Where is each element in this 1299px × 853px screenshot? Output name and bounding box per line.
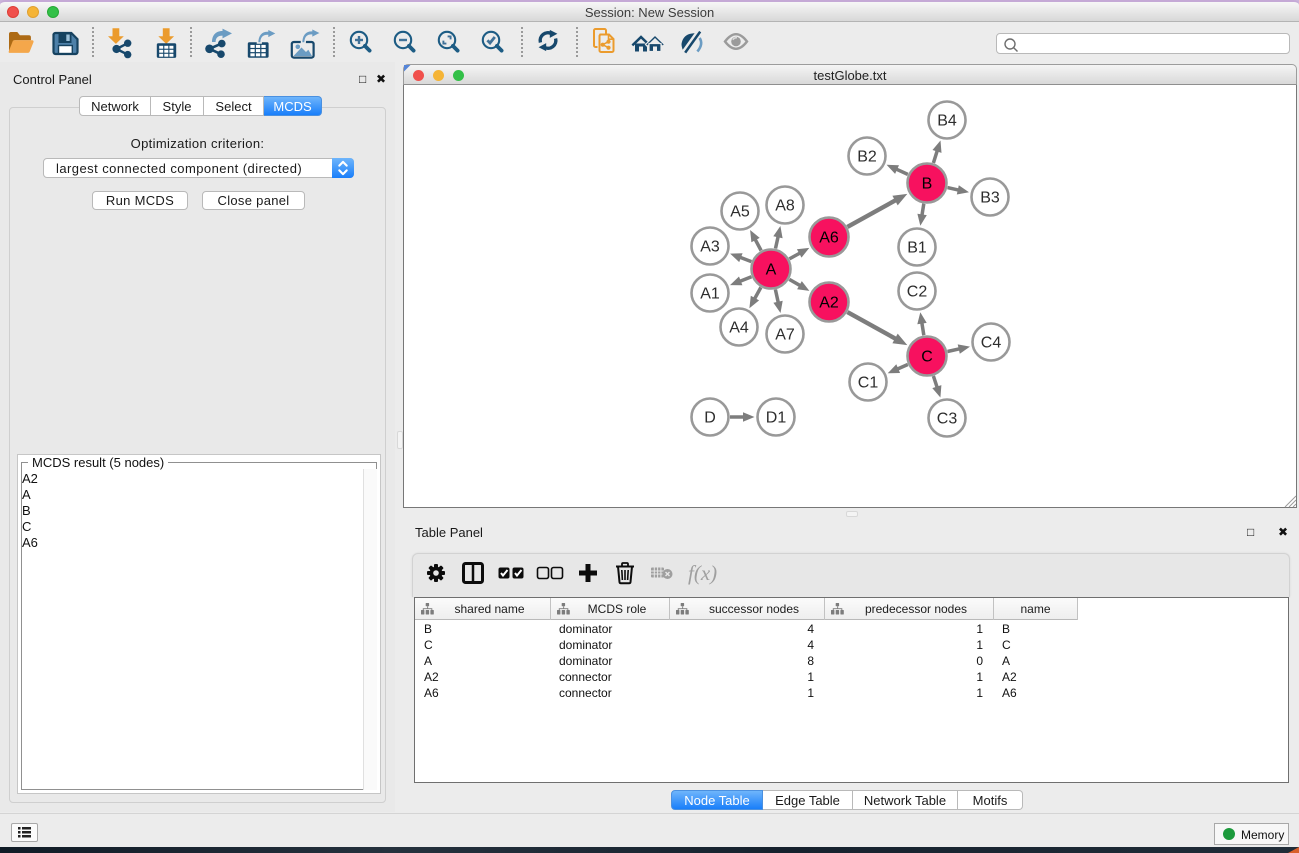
svg-text:A: A: [766, 262, 777, 279]
svg-text:B1: B1: [907, 240, 927, 257]
svg-text:B4: B4: [937, 113, 957, 130]
svg-text:B2: B2: [857, 149, 877, 166]
svg-text:A3: A3: [700, 239, 720, 256]
svg-text:C2: C2: [907, 284, 928, 301]
svg-text:A8: A8: [775, 198, 795, 215]
svg-text:A5: A5: [730, 204, 750, 221]
svg-text:C: C: [921, 349, 933, 366]
svg-text:A2: A2: [819, 295, 839, 312]
svg-text:A6: A6: [819, 230, 839, 247]
svg-text:B3: B3: [980, 190, 1000, 207]
svg-text:C1: C1: [858, 375, 879, 392]
svg-text:D: D: [704, 410, 716, 427]
svg-text:A7: A7: [775, 327, 795, 344]
svg-text:f(x): f(x): [688, 561, 717, 585]
svg-text:A1: A1: [700, 286, 720, 303]
svg-text:D1: D1: [766, 410, 787, 427]
svg-text:B: B: [922, 176, 933, 193]
svg-text:C4: C4: [981, 335, 1002, 352]
svg-text:C3: C3: [937, 411, 958, 428]
svg-text:A4: A4: [729, 320, 749, 337]
